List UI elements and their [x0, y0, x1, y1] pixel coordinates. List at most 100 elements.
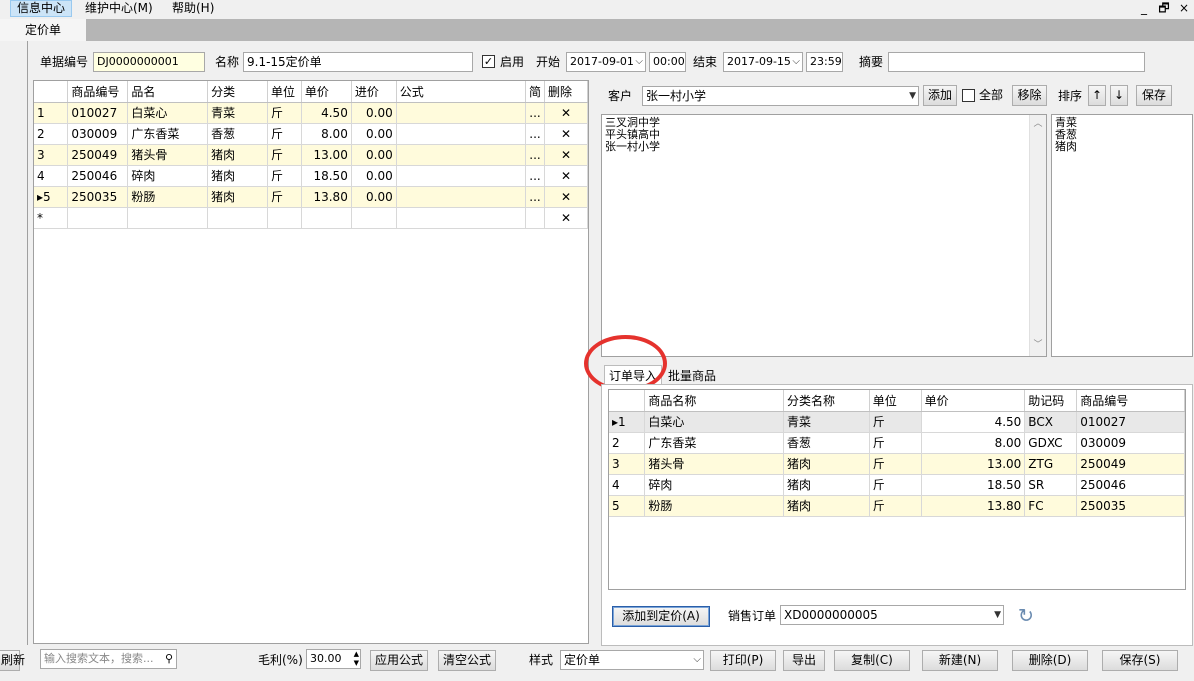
- col-header-product-name[interactable]: 商品名称: [644, 390, 784, 412]
- cell-price[interactable]: 4.50: [921, 411, 1026, 433]
- delete-row-icon[interactable]: ✕: [544, 186, 588, 208]
- memo-field[interactable]: [888, 52, 1145, 72]
- col-header-price[interactable]: 单价: [921, 390, 1026, 412]
- delete-row-icon[interactable]: ✕: [544, 123, 588, 145]
- cell-code[interactable]: 250035: [67, 186, 129, 208]
- cell-price[interactable]: 18.50: [301, 165, 352, 187]
- ellipsis-button[interactable]: ...: [525, 186, 546, 208]
- cell-cost[interactable]: 0.00: [351, 123, 397, 145]
- cell-name[interactable]: [127, 207, 209, 229]
- cell-category-name[interactable]: 猪肉: [783, 474, 870, 496]
- table-row[interactable]: 1 010027 白菜心 青菜 斤 4.50 0.00 ... ✕: [34, 102, 588, 124]
- cell-cost[interactable]: 0.00: [351, 165, 397, 187]
- tab-price-sheet[interactable]: 定价单: [0, 19, 86, 41]
- cell-unit[interactable]: 斤: [267, 165, 302, 187]
- cell-unit[interactable]: 斤: [267, 186, 302, 208]
- cell-name[interactable]: 粉肠: [127, 186, 209, 208]
- col-header-mnemonic[interactable]: 助记码: [1024, 390, 1078, 412]
- chevron-down-icon[interactable]: ⌵: [792, 53, 800, 71]
- col-header-code[interactable]: 商品编号: [67, 81, 129, 103]
- print-button[interactable]: 打印(P): [710, 650, 776, 671]
- cell-mnemonic[interactable]: FC: [1024, 495, 1078, 517]
- save-customers-button[interactable]: 保存: [1136, 85, 1172, 106]
- scroll-down-icon[interactable]: ﹀: [1030, 339, 1046, 353]
- ellipsis-button[interactable]: ...: [525, 144, 546, 166]
- cell-code[interactable]: 030009: [67, 123, 129, 145]
- cell-category[interactable]: 青菜: [207, 102, 268, 124]
- margin-stepper[interactable]: 30.00 ▲ ▼: [306, 649, 361, 669]
- enabled-checkbox[interactable]: ✓: [482, 55, 495, 68]
- cell-name[interactable]: 白菜心: [127, 102, 209, 124]
- customer-list[interactable]: 三叉洞中学 平头镇高中 张一村小学 ︿ ﹀: [601, 114, 1047, 357]
- col-header-delete[interactable]: 删除: [544, 81, 588, 103]
- start-date-picker[interactable]: 2017-09-01 ⌵: [566, 52, 646, 72]
- clear-formula-button[interactable]: 清空公式: [438, 650, 496, 671]
- tab-batch-products[interactable]: 批量商品: [664, 366, 720, 386]
- cell-unit[interactable]: 斤: [267, 123, 302, 145]
- col-header-category-name[interactable]: 分类名称: [783, 390, 870, 412]
- table-row[interactable]: 5 粉肠 猪肉 斤 13.80 FC 250035: [609, 495, 1185, 517]
- customer-select[interactable]: 张一村小学 ▼: [642, 86, 919, 106]
- cell-category[interactable]: 猪肉: [207, 165, 268, 187]
- table-row[interactable]: ▸1 白菜心 青菜 斤 4.50 BCX 010027: [609, 411, 1185, 433]
- delete-row-icon[interactable]: ✕: [544, 144, 588, 166]
- table-row[interactable]: ▸5 250035 粉肠 猪肉 斤 13.80 0.00 ... ✕: [34, 186, 588, 208]
- name-field[interactable]: 9.1-15定价单: [243, 52, 473, 72]
- add-customer-button[interactable]: 添加: [923, 85, 957, 106]
- cell-category[interactable]: 猪肉: [207, 186, 268, 208]
- all-customers-checkbox[interactable]: [962, 89, 975, 102]
- cell-price[interactable]: 4.50: [301, 102, 352, 124]
- sort-up-button[interactable]: ↑: [1088, 85, 1106, 106]
- col-header-formula[interactable]: 公式: [396, 81, 527, 103]
- doc-no-field[interactable]: DJ0000000001: [93, 52, 205, 72]
- cell-unit[interactable]: 斤: [869, 474, 922, 496]
- ellipsis-button[interactable]: ...: [525, 123, 546, 145]
- cell-unit[interactable]: 斤: [267, 144, 302, 166]
- sort-down-button[interactable]: ↓: [1110, 85, 1128, 106]
- cell-category-name[interactable]: 猪肉: [783, 495, 870, 517]
- cell-price[interactable]: 13.80: [301, 186, 352, 208]
- cell-unit[interactable]: [267, 207, 302, 229]
- cell-mnemonic[interactable]: ZTG: [1024, 453, 1078, 475]
- cell-price[interactable]: 13.00: [921, 453, 1026, 475]
- cell-formula[interactable]: [396, 123, 527, 145]
- cell-product-code[interactable]: 250049: [1076, 453, 1185, 475]
- customer-list-scrollbar[interactable]: ︿ ﹀: [1029, 115, 1046, 356]
- col-header-category[interactable]: 分类: [207, 81, 268, 103]
- category-list[interactable]: 青菜 香葱 猪肉: [1051, 114, 1193, 357]
- cell-product-code[interactable]: 250046: [1076, 474, 1185, 496]
- table-row[interactable]: 3 250049 猪头骨 猪肉 斤 13.00 0.00 ... ✕: [34, 144, 588, 166]
- cell-code[interactable]: 250049: [67, 144, 129, 166]
- close-icon[interactable]: ×: [1174, 0, 1194, 16]
- table-row[interactable]: 2 030009 广东香菜 香葱 斤 8.00 0.00 ... ✕: [34, 123, 588, 145]
- apply-formula-button[interactable]: 应用公式: [370, 650, 428, 671]
- chevron-down-icon[interactable]: ⌵: [693, 651, 701, 669]
- ellipsis-button[interactable]: [525, 207, 546, 229]
- cell-price[interactable]: 18.50: [921, 474, 1026, 496]
- col-header-product-code[interactable]: 商品编号: [1076, 390, 1185, 412]
- cell-product-name[interactable]: 白菜心: [644, 411, 784, 433]
- cell-name[interactable]: 猪头骨: [127, 144, 209, 166]
- table-row[interactable]: 2 广东香菜 香葱 斤 8.00 GDXC 030009: [609, 432, 1185, 454]
- cell-cost[interactable]: 0.00: [351, 102, 397, 124]
- col-header-name[interactable]: 品名: [127, 81, 209, 103]
- save-button[interactable]: 保存(S): [1102, 650, 1178, 671]
- cell-code[interactable]: [67, 207, 129, 229]
- sales-order-select[interactable]: XD0000000005 ▼: [780, 605, 1004, 625]
- cell-product-code[interactable]: 010027: [1076, 411, 1185, 433]
- end-date-picker[interactable]: 2017-09-15 ⌵: [723, 52, 803, 72]
- cell-cost[interactable]: 0.00: [351, 186, 397, 208]
- cell-price[interactable]: 8.00: [921, 432, 1026, 454]
- delete-button[interactable]: 删除(D): [1012, 650, 1088, 671]
- cell-unit[interactable]: 斤: [869, 411, 922, 433]
- style-select[interactable]: 定价单 ⌵: [560, 650, 704, 670]
- list-item[interactable]: 猪肉: [1055, 141, 1189, 153]
- cell-formula[interactable]: [396, 102, 527, 124]
- chevron-down-icon[interactable]: ⌵: [635, 53, 643, 71]
- remove-customer-button[interactable]: 移除: [1012, 85, 1047, 106]
- cell-formula[interactable]: [396, 207, 527, 229]
- cell-product-name[interactable]: 广东香菜: [644, 432, 784, 454]
- delete-row-icon[interactable]: ✕: [544, 165, 588, 187]
- add-to-price-button[interactable]: 添加到定价(A): [612, 606, 710, 627]
- scroll-up-icon[interactable]: ︿: [1030, 118, 1046, 132]
